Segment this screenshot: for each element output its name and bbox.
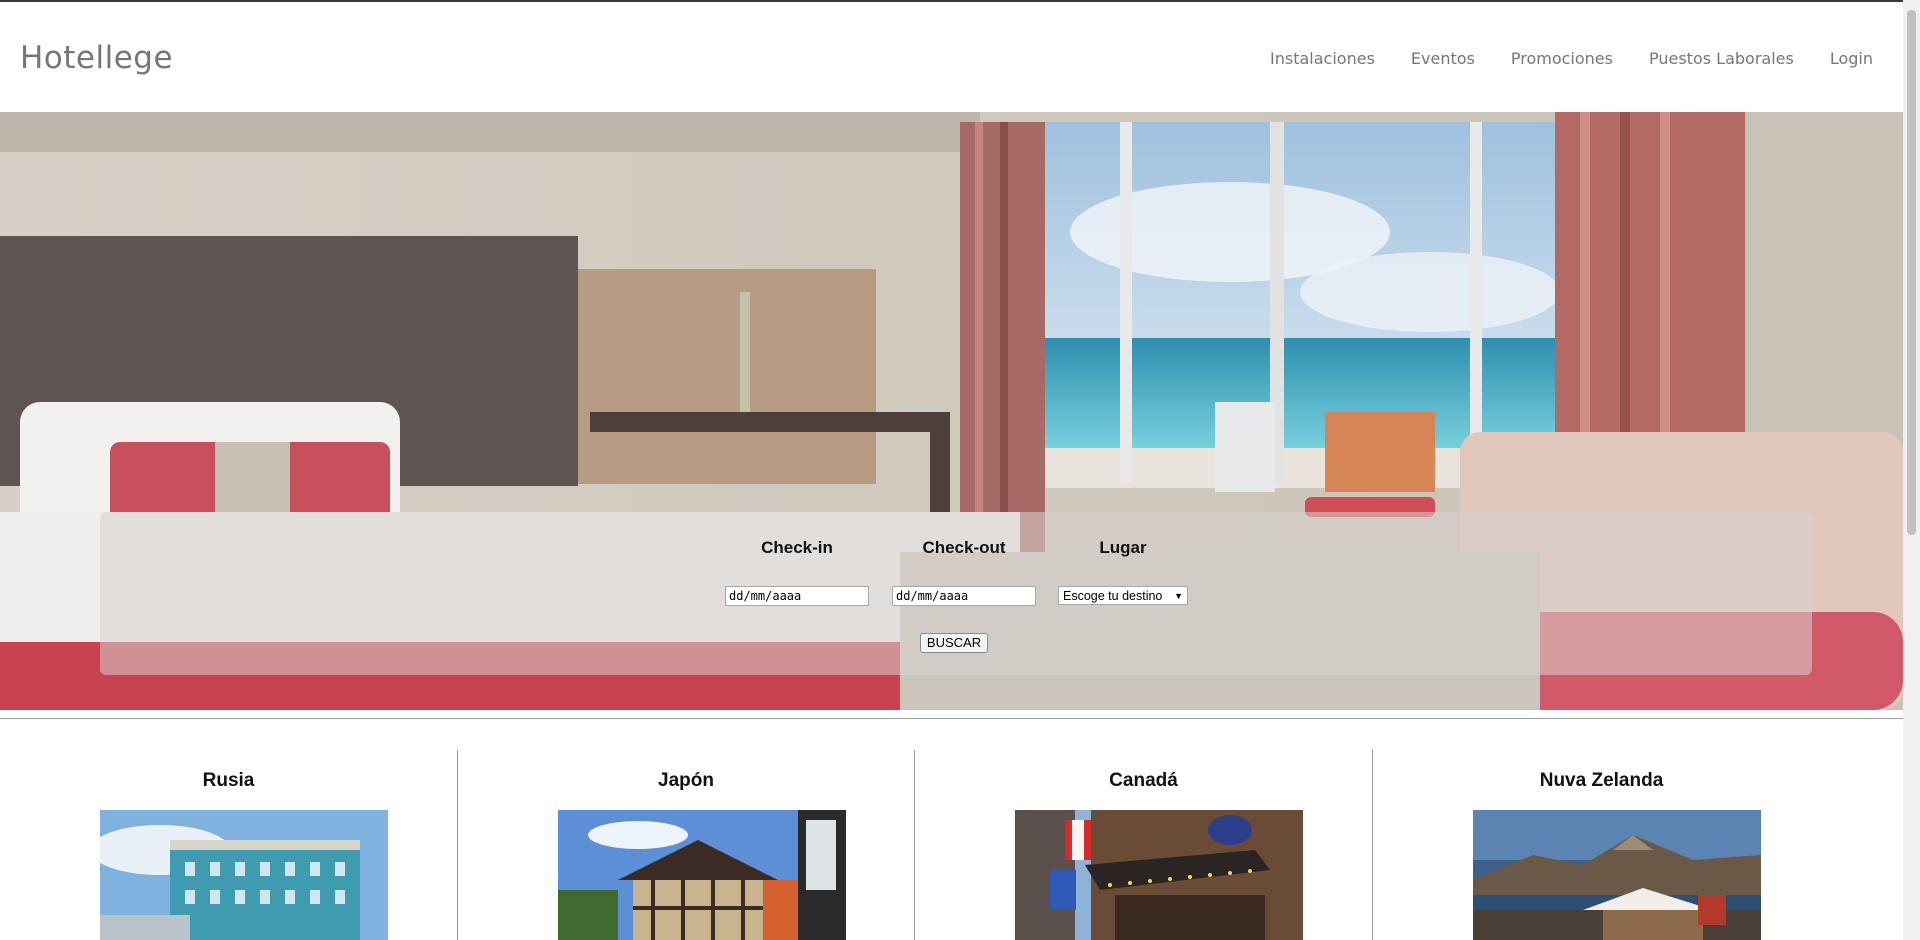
hero-banner: Check-in Check-out Lugar dd/mm/aaaa dd/m…: [0, 112, 1903, 710]
main-nav: Instalaciones Eventos Promociones Puesto…: [1234, 49, 1873, 68]
booking-search-panel: Check-in Check-out Lugar dd/mm/aaaa dd/m…: [100, 512, 1812, 675]
site-logo[interactable]: Hotellege: [20, 40, 173, 76]
destination-card-japon[interactable]: Japón: [458, 750, 914, 940]
scrollbar-thumb[interactable]: [1907, 10, 1916, 535]
destination-title: Canadá: [1109, 770, 1178, 791]
checkin-date-input[interactable]: dd/mm/aaaa: [725, 586, 869, 606]
destination-image[interactable]: [100, 810, 388, 940]
lugar-label: Lugar: [1099, 538, 1147, 557]
destination-title: Nuva Zelanda: [1539, 770, 1664, 791]
destination-card-canada[interactable]: Canadá: [915, 750, 1372, 940]
nav-link-eventos[interactable]: Eventos: [1411, 49, 1475, 68]
nav-link-instalaciones[interactable]: Instalaciones: [1270, 49, 1375, 68]
checkout-label: Check-out: [922, 538, 1006, 557]
page-scrollbar[interactable]: [1903, 0, 1920, 940]
section-divider: [0, 718, 1903, 719]
destination-image[interactable]: [1473, 810, 1761, 940]
nav-link-promociones[interactable]: Promociones: [1511, 49, 1613, 68]
destination-title: Japón: [658, 770, 714, 791]
destination-card-nueva-zelanda[interactable]: Nuva Zelanda: [1373, 750, 1830, 940]
destination-image[interactable]: [1015, 810, 1303, 940]
destination-card-rusia[interactable]: Rusia: [0, 750, 457, 940]
site-header: Hotellege Instalaciones Eventos Promocio…: [0, 2, 1903, 112]
destination-select[interactable]: Escoge tu destino ▼: [1058, 586, 1188, 605]
nav-link-puestos-laborales[interactable]: Puestos Laborales: [1649, 49, 1794, 68]
destination-image[interactable]: [558, 810, 846, 940]
checkin-label: Check-in: [761, 538, 833, 557]
nav-link-login[interactable]: Login: [1830, 49, 1873, 68]
checkout-date-input[interactable]: dd/mm/aaaa: [892, 586, 1036, 606]
destination-title: Rusia: [202, 770, 255, 791]
destination-select-value: Escoge tu destino: [1063, 588, 1163, 603]
search-button[interactable]: BUSCAR: [920, 633, 988, 653]
dropdown-arrow-icon: ▼: [1174, 590, 1183, 601]
